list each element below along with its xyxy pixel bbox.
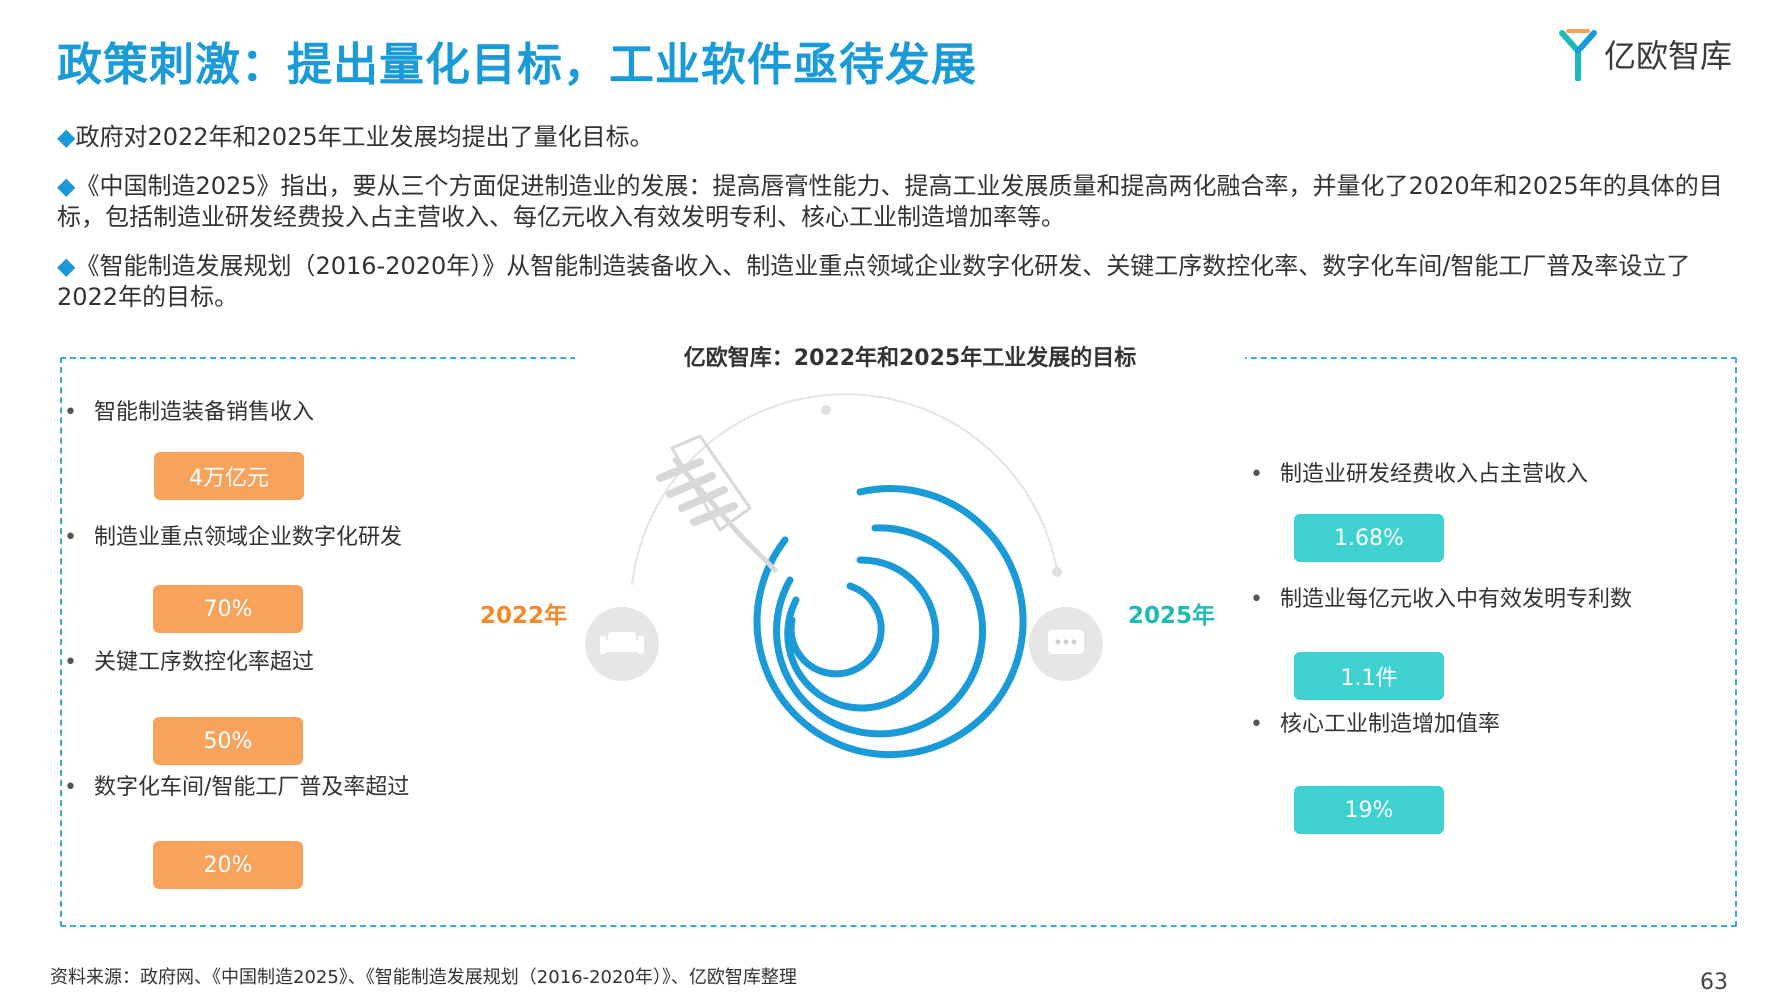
logo-mark-icon bbox=[1559, 29, 1597, 81]
arc-dot bbox=[821, 405, 831, 415]
year-label-2022: 2022年 bbox=[480, 603, 568, 629]
chat-bubble-icon bbox=[1029, 607, 1103, 681]
left-item-label: • 关键工序数控化率超过 bbox=[64, 650, 315, 675]
intro-paragraph: ◆政府对2022年和2025年工业发展均提出了量化目标。 bbox=[57, 123, 654, 151]
left-value-pill: 4万亿元 bbox=[154, 452, 304, 500]
target-graphic bbox=[585, 393, 1103, 759]
left-value-pill: 20% bbox=[153, 841, 303, 889]
source-note: 资料来源：政府网、《中国制造2025》、《智能制造发展规划（2016-2020年… bbox=[50, 967, 797, 988]
figure-title: 亿欧智库：2022年和2025年工业发展的目标 bbox=[683, 346, 1137, 371]
right-item-label: • 核心工业制造增加值率 bbox=[1250, 712, 1501, 737]
left-value-pill: 50% bbox=[153, 717, 303, 765]
diamond-bullet-icon: ◆ bbox=[57, 252, 76, 280]
intro-paragraph: ◆《智能制造发展规划（2016-2020年）》从智能制造装备收入、制造业重点领域… bbox=[57, 252, 1691, 311]
right-value-pill: 1.1件 bbox=[1294, 652, 1444, 700]
logo-text: 亿欧智库 bbox=[1604, 37, 1733, 75]
left-value-pill: 70% bbox=[153, 585, 303, 633]
year-label-2025: 2025年 bbox=[1128, 603, 1216, 629]
page-number: 63 bbox=[1700, 970, 1728, 995]
target-icon bbox=[753, 485, 1027, 759]
left-item-label: • 智能制造装备销售收入 bbox=[64, 400, 315, 425]
arc-dot bbox=[1052, 567, 1062, 577]
sofa-icon bbox=[585, 607, 659, 681]
left-item-label: • 制造业重点领域企业数字化研发 bbox=[64, 525, 403, 550]
intro-paragraph: ◆《中国制造2025》指出，要从三个方面促进制造业的发展：提高唇膏性能力、提高工… bbox=[57, 172, 1723, 231]
page-title: 政策刺激：提出量化目标，工业软件亟待发展 bbox=[57, 38, 978, 91]
left-item-label: • 数字化车间/智能工厂普及率超过 bbox=[64, 775, 410, 800]
diamond-bullet-icon: ◆ bbox=[57, 172, 76, 200]
right-item-label: • 制造业每亿元收入中有效发明专利数 bbox=[1250, 587, 1633, 612]
right-value-pill: 1.68% bbox=[1294, 514, 1444, 562]
diamond-bullet-icon: ◆ bbox=[57, 123, 76, 151]
right-value-pill: 19% bbox=[1294, 786, 1444, 834]
right-item-label: • 制造业研发经费收入占主营收入 bbox=[1250, 462, 1589, 487]
intro-bullets: ◆政府对2022年和2025年工业发展均提出了量化目标。 ◆《中国制造2025》… bbox=[57, 122, 1737, 331]
arrow-icon bbox=[656, 434, 778, 573]
logo: 亿欧智库 bbox=[1558, 26, 1758, 82]
